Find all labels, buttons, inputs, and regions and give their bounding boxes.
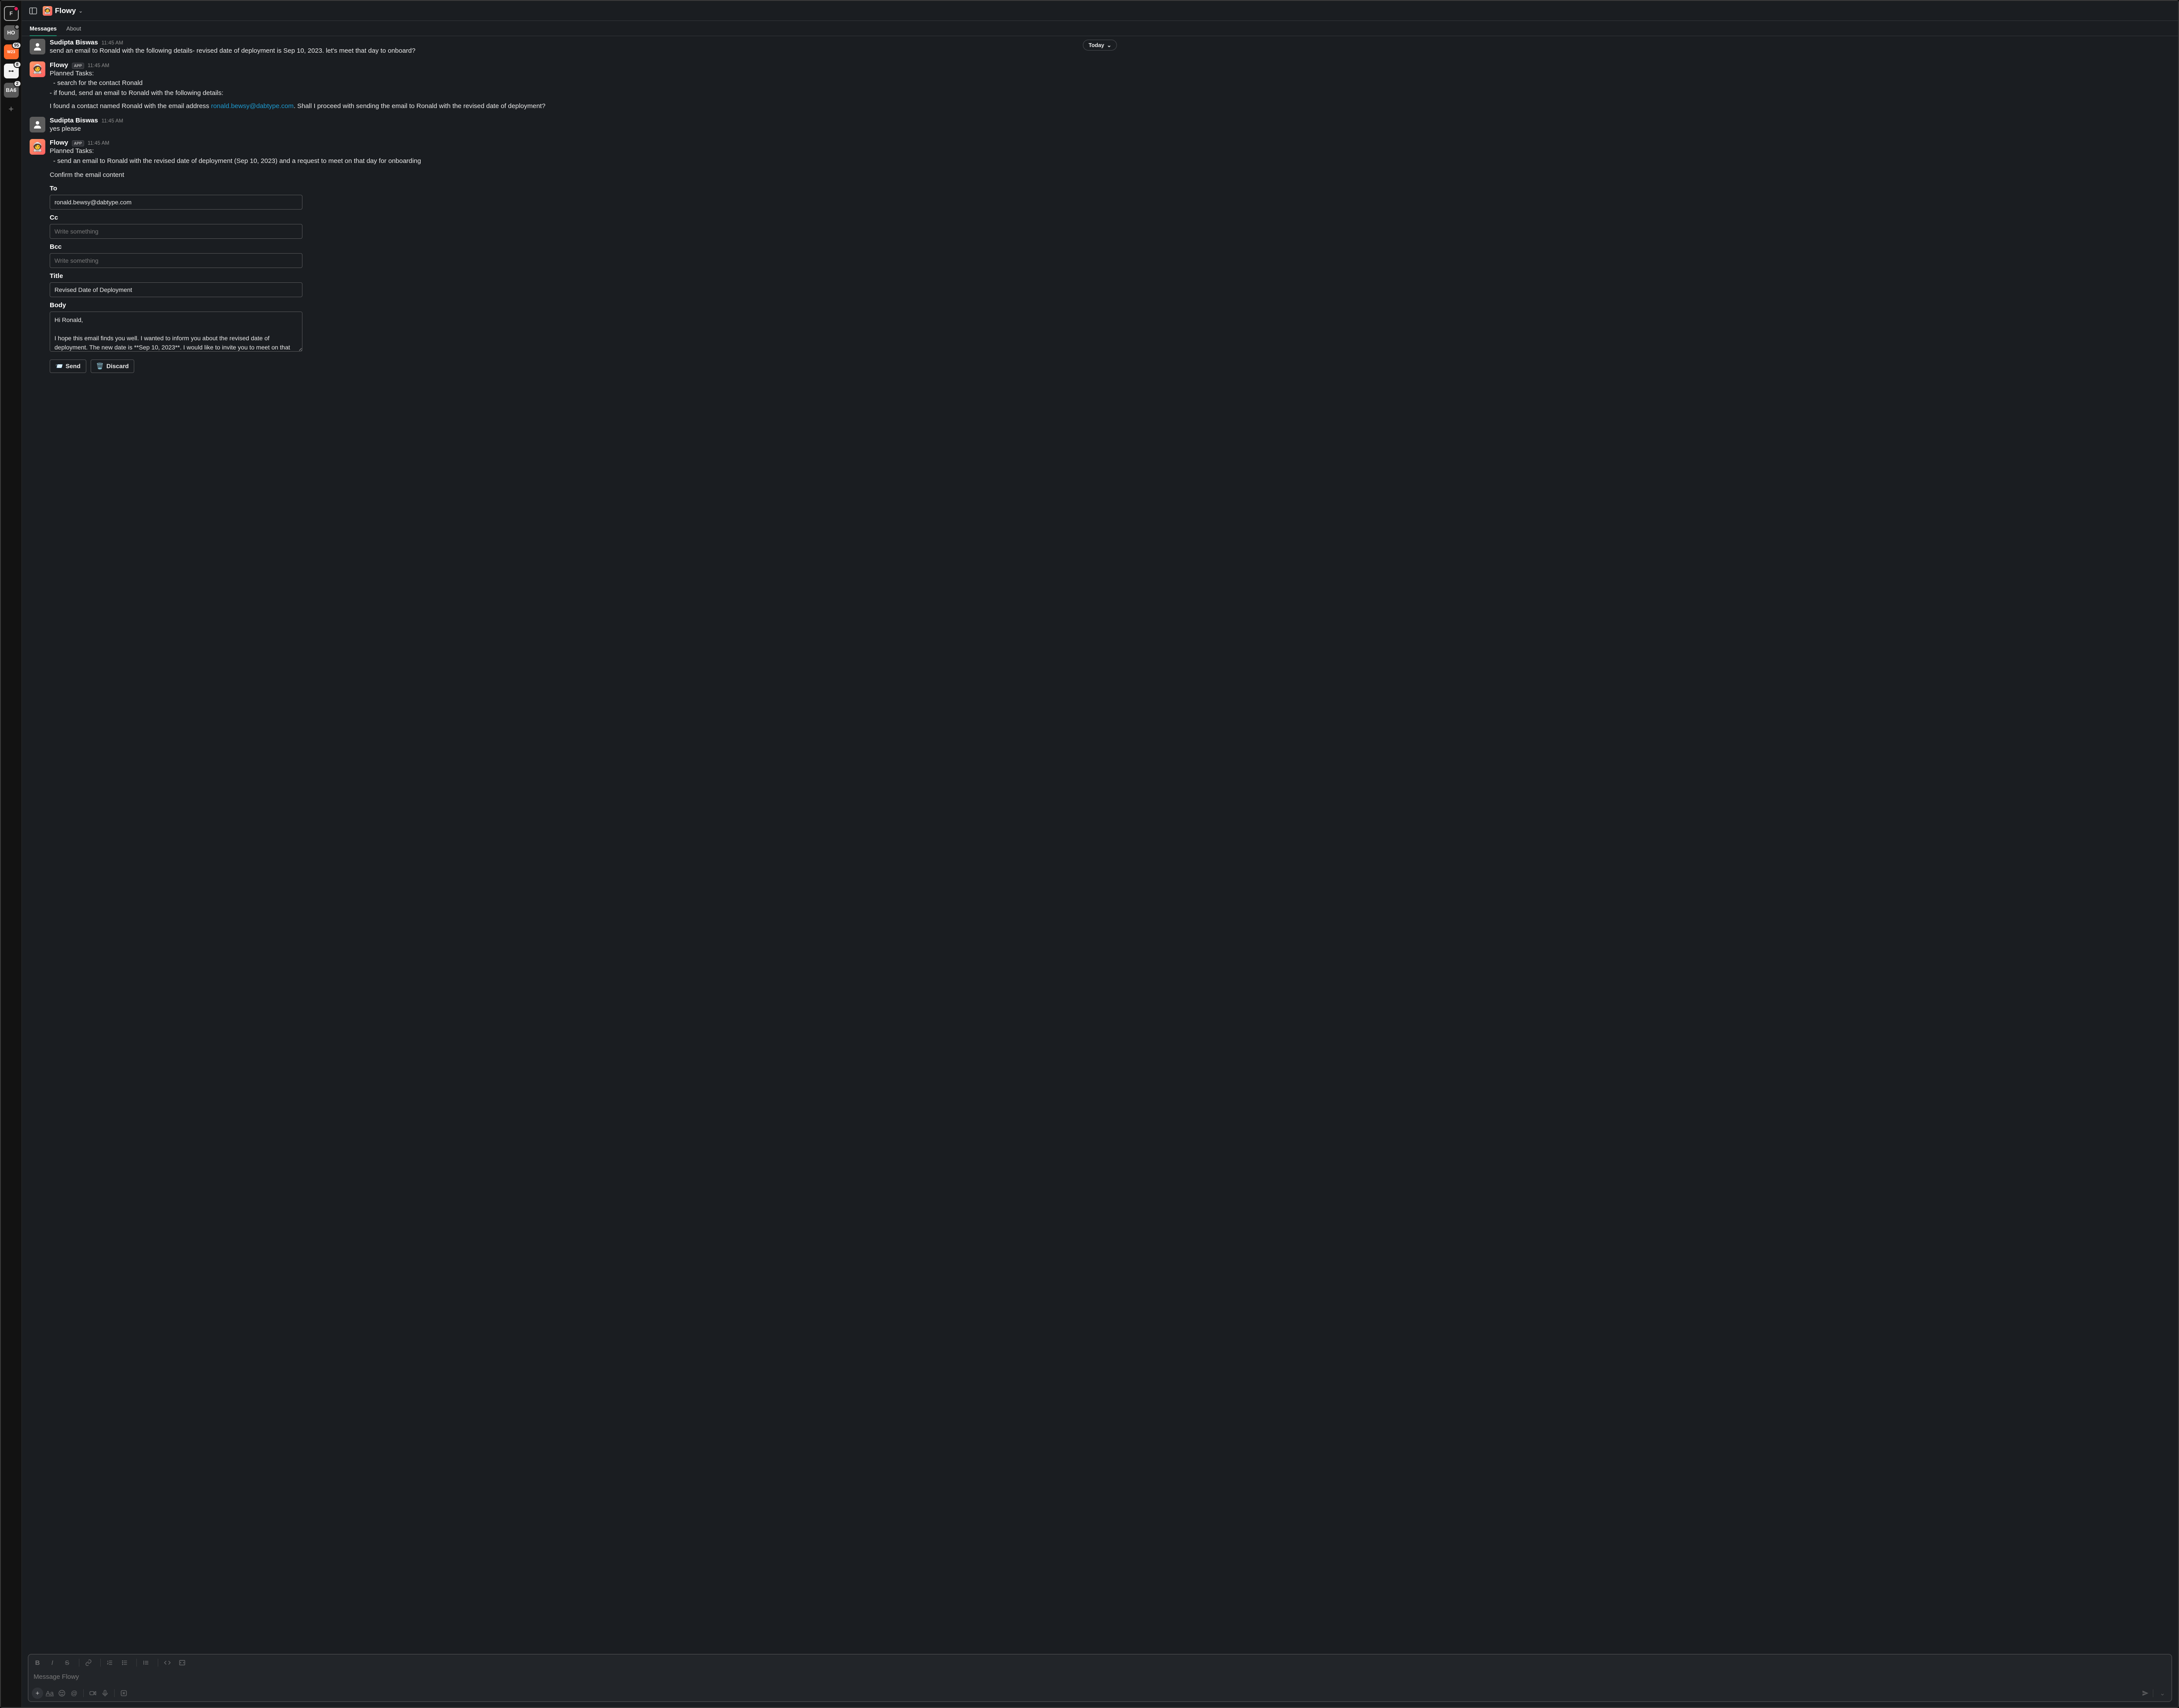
app-avatar-icon[interactable]: 🧑‍🚀 (30, 139, 45, 155)
confirm-heading: Confirm the email content (50, 170, 2170, 180)
to-label: To (50, 185, 302, 192)
strike-button[interactable]: S (61, 1657, 73, 1668)
chevron-down-icon: ⌄ (1107, 42, 1111, 48)
channel-title: Flowy (55, 7, 76, 15)
app-badge: APP (72, 63, 85, 69)
title-field[interactable] (50, 282, 302, 297)
message-timestamp: 11:45 AM (102, 118, 123, 124)
video-button[interactable] (87, 1688, 98, 1699)
badge: 2 (14, 80, 21, 87)
channel-title-button[interactable]: 🧑‍🚀 Flowy ⌄ (43, 6, 83, 16)
send-button[interactable]: 📨 Send (50, 359, 86, 373)
message: 🧑‍🚀 Flowy APP 11:45 AM Planned Tasks: - … (22, 136, 2178, 376)
message-text: I found a contact named Ronald with the … (50, 102, 2170, 112)
badge: 95 (12, 42, 21, 49)
mention-button[interactable]: @ (68, 1688, 80, 1699)
date-divider[interactable]: Today ⌄ (1083, 40, 1117, 51)
italic-button[interactable]: I (47, 1657, 58, 1668)
workspace-3[interactable]: ⊶8 (4, 64, 19, 78)
workspace-2[interactable]: W2395 (4, 44, 19, 59)
message-text: Planned Tasks: - search for the contact … (50, 69, 2170, 98)
message-sender[interactable]: Flowy (50, 139, 68, 146)
message-timestamp: 11:45 AM (102, 40, 123, 46)
link-button[interactable] (83, 1657, 94, 1668)
channel-header: 🧑‍🚀 Flowy ⌄ (22, 1, 2178, 21)
code-button[interactable] (162, 1657, 173, 1668)
tab-about[interactable]: About (66, 21, 81, 36)
workspace-4[interactable]: BA62 (4, 83, 19, 98)
trash-icon: 🗑️ (96, 363, 104, 370)
emoji-button[interactable] (56, 1688, 68, 1699)
audio-button[interactable] (99, 1688, 111, 1699)
tab-messages[interactable]: Messages (30, 21, 57, 36)
message-sender[interactable]: Flowy (50, 61, 68, 69)
message-sender[interactable]: Sudipta Biswas (50, 117, 98, 124)
email-link[interactable]: ronald.bewsy@dabtype.com (211, 102, 294, 110)
divider (136, 1659, 137, 1667)
add-workspace-button[interactable]: + (4, 102, 19, 117)
bcc-field[interactable] (50, 253, 302, 268)
user-avatar-icon[interactable] (30, 39, 45, 54)
sidebar-toggle-icon[interactable] (29, 7, 37, 15)
blockquote-button[interactable] (140, 1657, 152, 1668)
message: Sudipta Biswas 11:45 AM yes please (22, 114, 2178, 137)
cc-label: Cc (50, 214, 302, 221)
bullet-list-button[interactable] (119, 1657, 130, 1668)
ordered-list-button[interactable] (104, 1657, 115, 1668)
divider (114, 1689, 115, 1697)
discard-button[interactable]: 🗑️ Discard (91, 359, 135, 373)
codeblock-button[interactable] (176, 1657, 188, 1668)
message-timestamp: 11:45 AM (88, 140, 109, 146)
user-avatar-icon[interactable] (30, 117, 45, 132)
message-list: Today ⌄ Sudipta Biswas 11:45 AM send an … (22, 36, 2178, 1650)
message-composer: B I S + Aa (28, 1654, 2172, 1702)
date-label: Today (1089, 42, 1104, 48)
message-text: yes please (50, 124, 2170, 134)
chevron-down-icon: ⌄ (78, 8, 83, 14)
app-avatar-icon[interactable]: 🧑‍🚀 (30, 61, 45, 77)
shortcut-button[interactable] (118, 1688, 129, 1699)
send-options-button[interactable]: ⌄ (2157, 1688, 2168, 1699)
bold-button[interactable]: B (32, 1657, 43, 1668)
badge: 8 (14, 61, 21, 68)
body-field[interactable] (50, 312, 302, 352)
send-message-button[interactable] (2142, 1689, 2149, 1697)
workspace-rail: F HO W2395 ⊶8 BA62 + (1, 1, 22, 1707)
message: 🧑‍🚀 Flowy APP 11:45 AM Planned Tasks: - … (22, 59, 2178, 114)
message-sender[interactable]: Sudipta Biswas (50, 39, 98, 46)
title-label: Title (50, 272, 302, 280)
bcc-label: Bcc (50, 243, 302, 251)
to-field[interactable] (50, 195, 302, 210)
format-button[interactable]: Aa (44, 1688, 55, 1699)
divider (83, 1689, 84, 1697)
message-text: Planned Tasks: - send an email to Ronald… (50, 146, 2170, 166)
send-icon: 📨 (55, 363, 63, 370)
body-label: Body (50, 302, 302, 309)
divider (100, 1659, 101, 1667)
attach-button[interactable]: + (32, 1688, 43, 1699)
tabs: Messages About (22, 21, 2178, 36)
workspace-1[interactable]: HO (4, 25, 19, 40)
workspace-0[interactable]: F (4, 6, 19, 21)
app-avatar-icon: 🧑‍🚀 (43, 6, 52, 16)
email-form: To Cc Bcc Title Body 📨 (50, 185, 302, 373)
message-timestamp: 11:45 AM (88, 62, 109, 68)
cc-field[interactable] (50, 224, 302, 239)
app-badge: APP (72, 140, 85, 146)
composer-input[interactable] (34, 1673, 2166, 1681)
